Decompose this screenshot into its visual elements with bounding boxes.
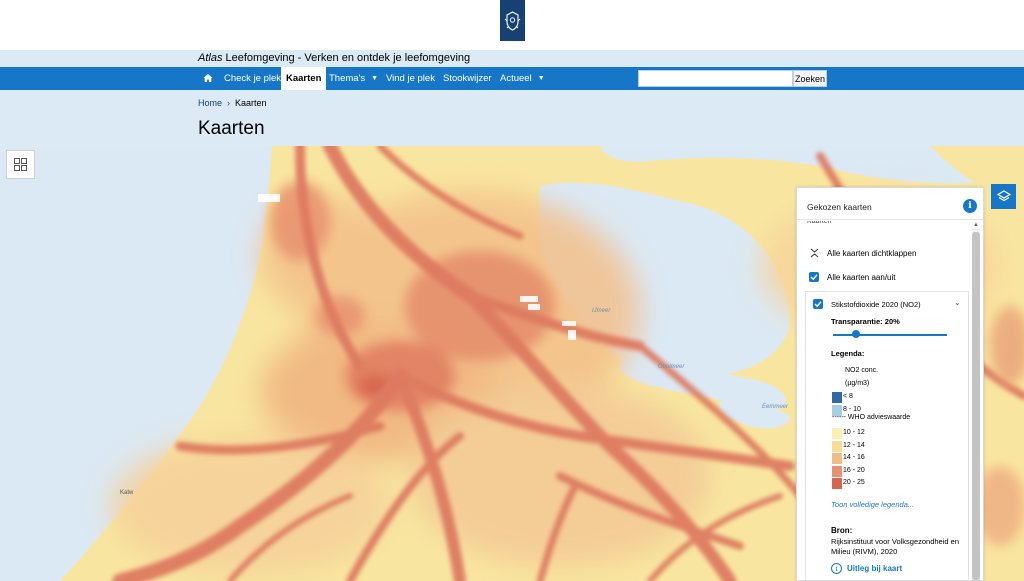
breadcrumb: Home › Kaarten [198, 98, 267, 108]
legend-swatch [832, 478, 842, 489]
logo-strip [0, 0, 1024, 50]
site-title[interactable]: Atlas Leefomgeving - Verken en ontdek je… [198, 52, 470, 64]
site-title-italic: Atlas [198, 52, 223, 64]
legend-swatch [832, 440, 842, 452]
layer-visibility-checkbox[interactable] [813, 299, 823, 309]
transparency-slider-handle[interactable] [851, 330, 860, 338]
legend-label: 14 - 16 [843, 454, 865, 461]
legend-unit-line2: (µg/m3) [845, 380, 870, 387]
breadcrumb-separator: › [227, 98, 231, 108]
caret-down-icon: ▼ [537, 75, 545, 82]
breadcrumb-current: Kaarten [235, 98, 267, 108]
nav-item-actueel-label: Actueel [500, 73, 532, 84]
nav-item-kaarten[interactable]: Kaarten [281, 67, 327, 90]
layers-panel-button[interactable] [991, 184, 1016, 209]
search-input[interactable] [638, 70, 793, 87]
transparency-label: Transparantie: 20% [831, 317, 900, 326]
legend-label: < 8 [843, 393, 853, 400]
nav-item-themas-label: Thema's [329, 73, 366, 84]
legend-label: 10 - 12 [843, 429, 865, 436]
site-title-rest: Leefomgeving - Verken en ontdek je leefo… [222, 52, 471, 64]
map-label-eemmeer: Eemmeer [762, 404, 789, 410]
full-legend-link[interactable]: Toon volledige legenda... [831, 500, 914, 509]
map-gallery-button[interactable] [6, 150, 35, 179]
page-title: Kaarten [198, 118, 265, 139]
toggle-all-label[interactable]: Alle kaarten aan/uit [827, 273, 896, 282]
coat-of-arms-icon [504, 10, 521, 31]
transparency-slider-track[interactable] [833, 334, 947, 336]
legend-swatch [832, 453, 842, 464]
source-text: Rijksinstituut voor Volksgezondheid en M… [831, 537, 959, 556]
page-header: Home › Kaarten Kaarten [0, 90, 1024, 146]
map-label-ijmeer: IJmeer [592, 308, 611, 314]
nav-item-vind-je-plek[interactable]: Vind je plek [386, 67, 435, 90]
layer-name[interactable]: Stikstofdioxide 2020 (NO2) [831, 300, 921, 309]
nav-item-themas[interactable]: Thema's ▼ [329, 67, 378, 90]
legend-swatch [832, 465, 842, 477]
info-icon[interactable]: i [963, 199, 977, 213]
check-icon [810, 274, 818, 281]
panel-title: Gekozen kaarten [807, 202, 872, 212]
chosen-maps-panel: Gekozen kaarten i Kaarten ▲ Alle kaarten… [796, 187, 984, 581]
nav-item-stookwijzer[interactable]: Stookwijzer [443, 67, 492, 90]
panel-header: Gekozen kaarten i [797, 188, 983, 220]
search-button[interactable]: Zoeken [793, 70, 827, 87]
panel-clipped-header: Kaarten [807, 221, 832, 225]
legend-label: 8 - 10 [843, 405, 861, 413]
site-title-bar: Atlas Leefomgeving - Verken en ontdek je… [0, 50, 1024, 67]
breadcrumb-home[interactable]: Home [198, 98, 222, 108]
legend-label: 16 - 20 [843, 466, 865, 474]
explain-map-link[interactable]: Uitleg bij kaart [847, 564, 902, 573]
grid-icon [14, 158, 27, 171]
toggle-all-checkbox[interactable] [809, 272, 819, 282]
collapse-all-button[interactable]: Alle kaarten dichtklappen [827, 249, 916, 258]
layers-icon [996, 189, 1011, 201]
home-icon[interactable] [203, 73, 213, 83]
panel-scrollbar-thumb[interactable] [972, 232, 980, 580]
government-logo[interactable] [500, 0, 525, 41]
legend-swatch [832, 392, 842, 403]
legend-label: 12 - 14 [843, 441, 865, 449]
legend-title: Legenda: [831, 349, 865, 358]
map-label-katwijk: Katw [120, 490, 134, 496]
source-title: Bron: [831, 526, 853, 535]
who-guideline-label: ------ WHO advieswaarde [832, 414, 911, 421]
collapse-all-icon [810, 248, 819, 258]
legend-unit-line1: NO2 conc. [845, 367, 879, 374]
map-label-gooimeer: Gooimeer [658, 364, 685, 370]
legend-label: 20 - 25 [843, 479, 865, 486]
caret-down-icon: ▼ [371, 75, 379, 82]
check-icon [814, 301, 822, 308]
nav-item-check-je-plek[interactable]: Check je plek [224, 67, 281, 90]
nav-item-actueel[interactable]: Actueel ▼ [500, 67, 545, 90]
main-nav: Check je plek Kaarten Thema's ▼ Vind je p… [0, 67, 1024, 90]
chevron-down-icon[interactable]: ⌄ [954, 298, 961, 307]
info-circle-icon: i [831, 563, 842, 574]
legend-swatch [832, 428, 842, 439]
